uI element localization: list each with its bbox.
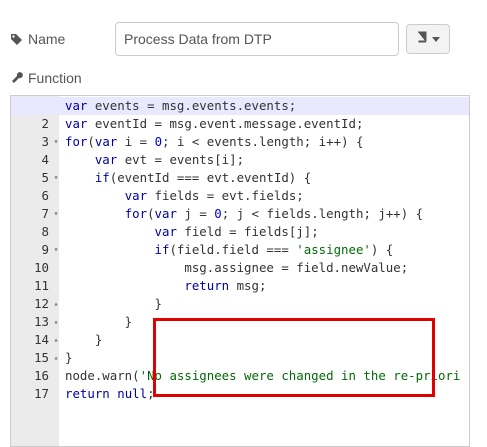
highlight-annotation-box — [153, 318, 435, 397]
name-input[interactable] — [115, 22, 399, 56]
function-label-text: Function — [28, 70, 82, 86]
code-editor[interactable]: 1var events = msg.events.events;2 var eve… — [10, 95, 470, 447]
code-text: var evt = events[i]; — [94, 152, 245, 167]
code-line-1[interactable]: 1var events = msg.events.events; — [11, 97, 469, 115]
code-text: return null; — [65, 386, 155, 401]
caret-down-icon — [432, 30, 440, 48]
code-text: } — [65, 296, 162, 311]
fold-close-icon[interactable]: ▴ — [51, 349, 61, 367]
code-text: } — [65, 332, 103, 347]
line-number: 17 — [34, 386, 49, 401]
name-label-text: Name — [28, 31, 66, 47]
line-number: 9 — [41, 242, 49, 257]
line-number: 6 — [41, 188, 49, 203]
code-line-10[interactable]: 10 msg.assignee = field.newValue; — [34, 259, 469, 277]
code-line-3[interactable]: 3 ▾ for(var i = 0; i < events.length; i++)… — [42, 133, 469, 151]
line-number: 4 — [41, 152, 49, 167]
line-number: 15 — [34, 350, 49, 365]
line-number: 13 — [34, 314, 49, 329]
fold-open-icon[interactable]: ▾ — [51, 205, 61, 223]
code-text: if(field.field === 'assignee') { — [154, 242, 394, 257]
code-line-8[interactable]: 8 var field = fields[j]; — [42, 223, 469, 241]
line-number: 2 — [41, 116, 49, 131]
code-line-7[interactable]: 7 ▾ for(var j = 0; j < fields.length; j++… — [42, 205, 469, 223]
name-label: Name — [10, 31, 65, 47]
code-line-11[interactable]: 11 return msg; — [34, 277, 469, 295]
line-number: 3 — [41, 134, 49, 149]
code-line-6[interactable]: 6 var fields = evt.fields; — [42, 187, 469, 205]
code-text: msg.assignee = field.newValue; — [65, 260, 409, 275]
line-number: 16 — [34, 368, 49, 383]
tag-icon — [10, 33, 23, 46]
code-line-2[interactable]: 2 var eventId = msg.event.message.eventId… — [42, 115, 469, 133]
book-icon — [416, 30, 428, 48]
line-number: 8 — [41, 224, 49, 239]
code-text: var events = msg.events.events; — [65, 98, 297, 113]
line-number: 12 — [34, 296, 49, 311]
code-text: var field = fields[j]; — [154, 224, 319, 239]
line-number: 7 — [41, 206, 49, 221]
code-line-5[interactable]: 5 ▾ if(eventId === evt.eventId) { — [42, 169, 469, 187]
fold-close-icon[interactable]: ▴ — [51, 313, 61, 331]
fold-open-icon[interactable]: ▾ — [51, 133, 61, 151]
code-line-4[interactable]: 4 var evt = events[i]; — [42, 151, 469, 169]
line-number: 14 — [34, 332, 49, 347]
line-number: 10 — [34, 260, 49, 275]
code-text: } — [65, 314, 133, 329]
code-text: var eventId = msg.event.message.eventId; — [65, 116, 364, 131]
code-text: var fields = evt.fields; — [124, 188, 304, 203]
fold-close-icon[interactable]: ▴ — [51, 331, 61, 349]
line-number: 5 — [41, 170, 49, 185]
wrench-icon — [10, 70, 23, 86]
code-text: } — [65, 350, 73, 365]
code-line-9[interactable]: 9 ▾ if(field.field === 'assignee') { — [42, 241, 469, 259]
code-text: if(eventId === evt.eventId) { — [94, 170, 312, 185]
line-number: 11 — [34, 278, 49, 293]
code-text: return msg; — [184, 278, 267, 293]
code-text: for(var i = 0; i < events.length; i++) { — [65, 134, 364, 149]
function-label: Function — [10, 70, 82, 86]
name-row: Name — [10, 22, 480, 58]
fold-open-icon[interactable]: ▾ — [51, 169, 61, 187]
fold-close-icon[interactable]: ▴ — [51, 295, 61, 313]
code-line-12[interactable]: 12 ▴ } — [34, 295, 469, 313]
library-button[interactable] — [406, 24, 450, 54]
fold-open-icon[interactable]: ▾ — [51, 241, 61, 259]
code-text: for(var j = 0; j < fields.length; j++) { — [124, 206, 424, 221]
